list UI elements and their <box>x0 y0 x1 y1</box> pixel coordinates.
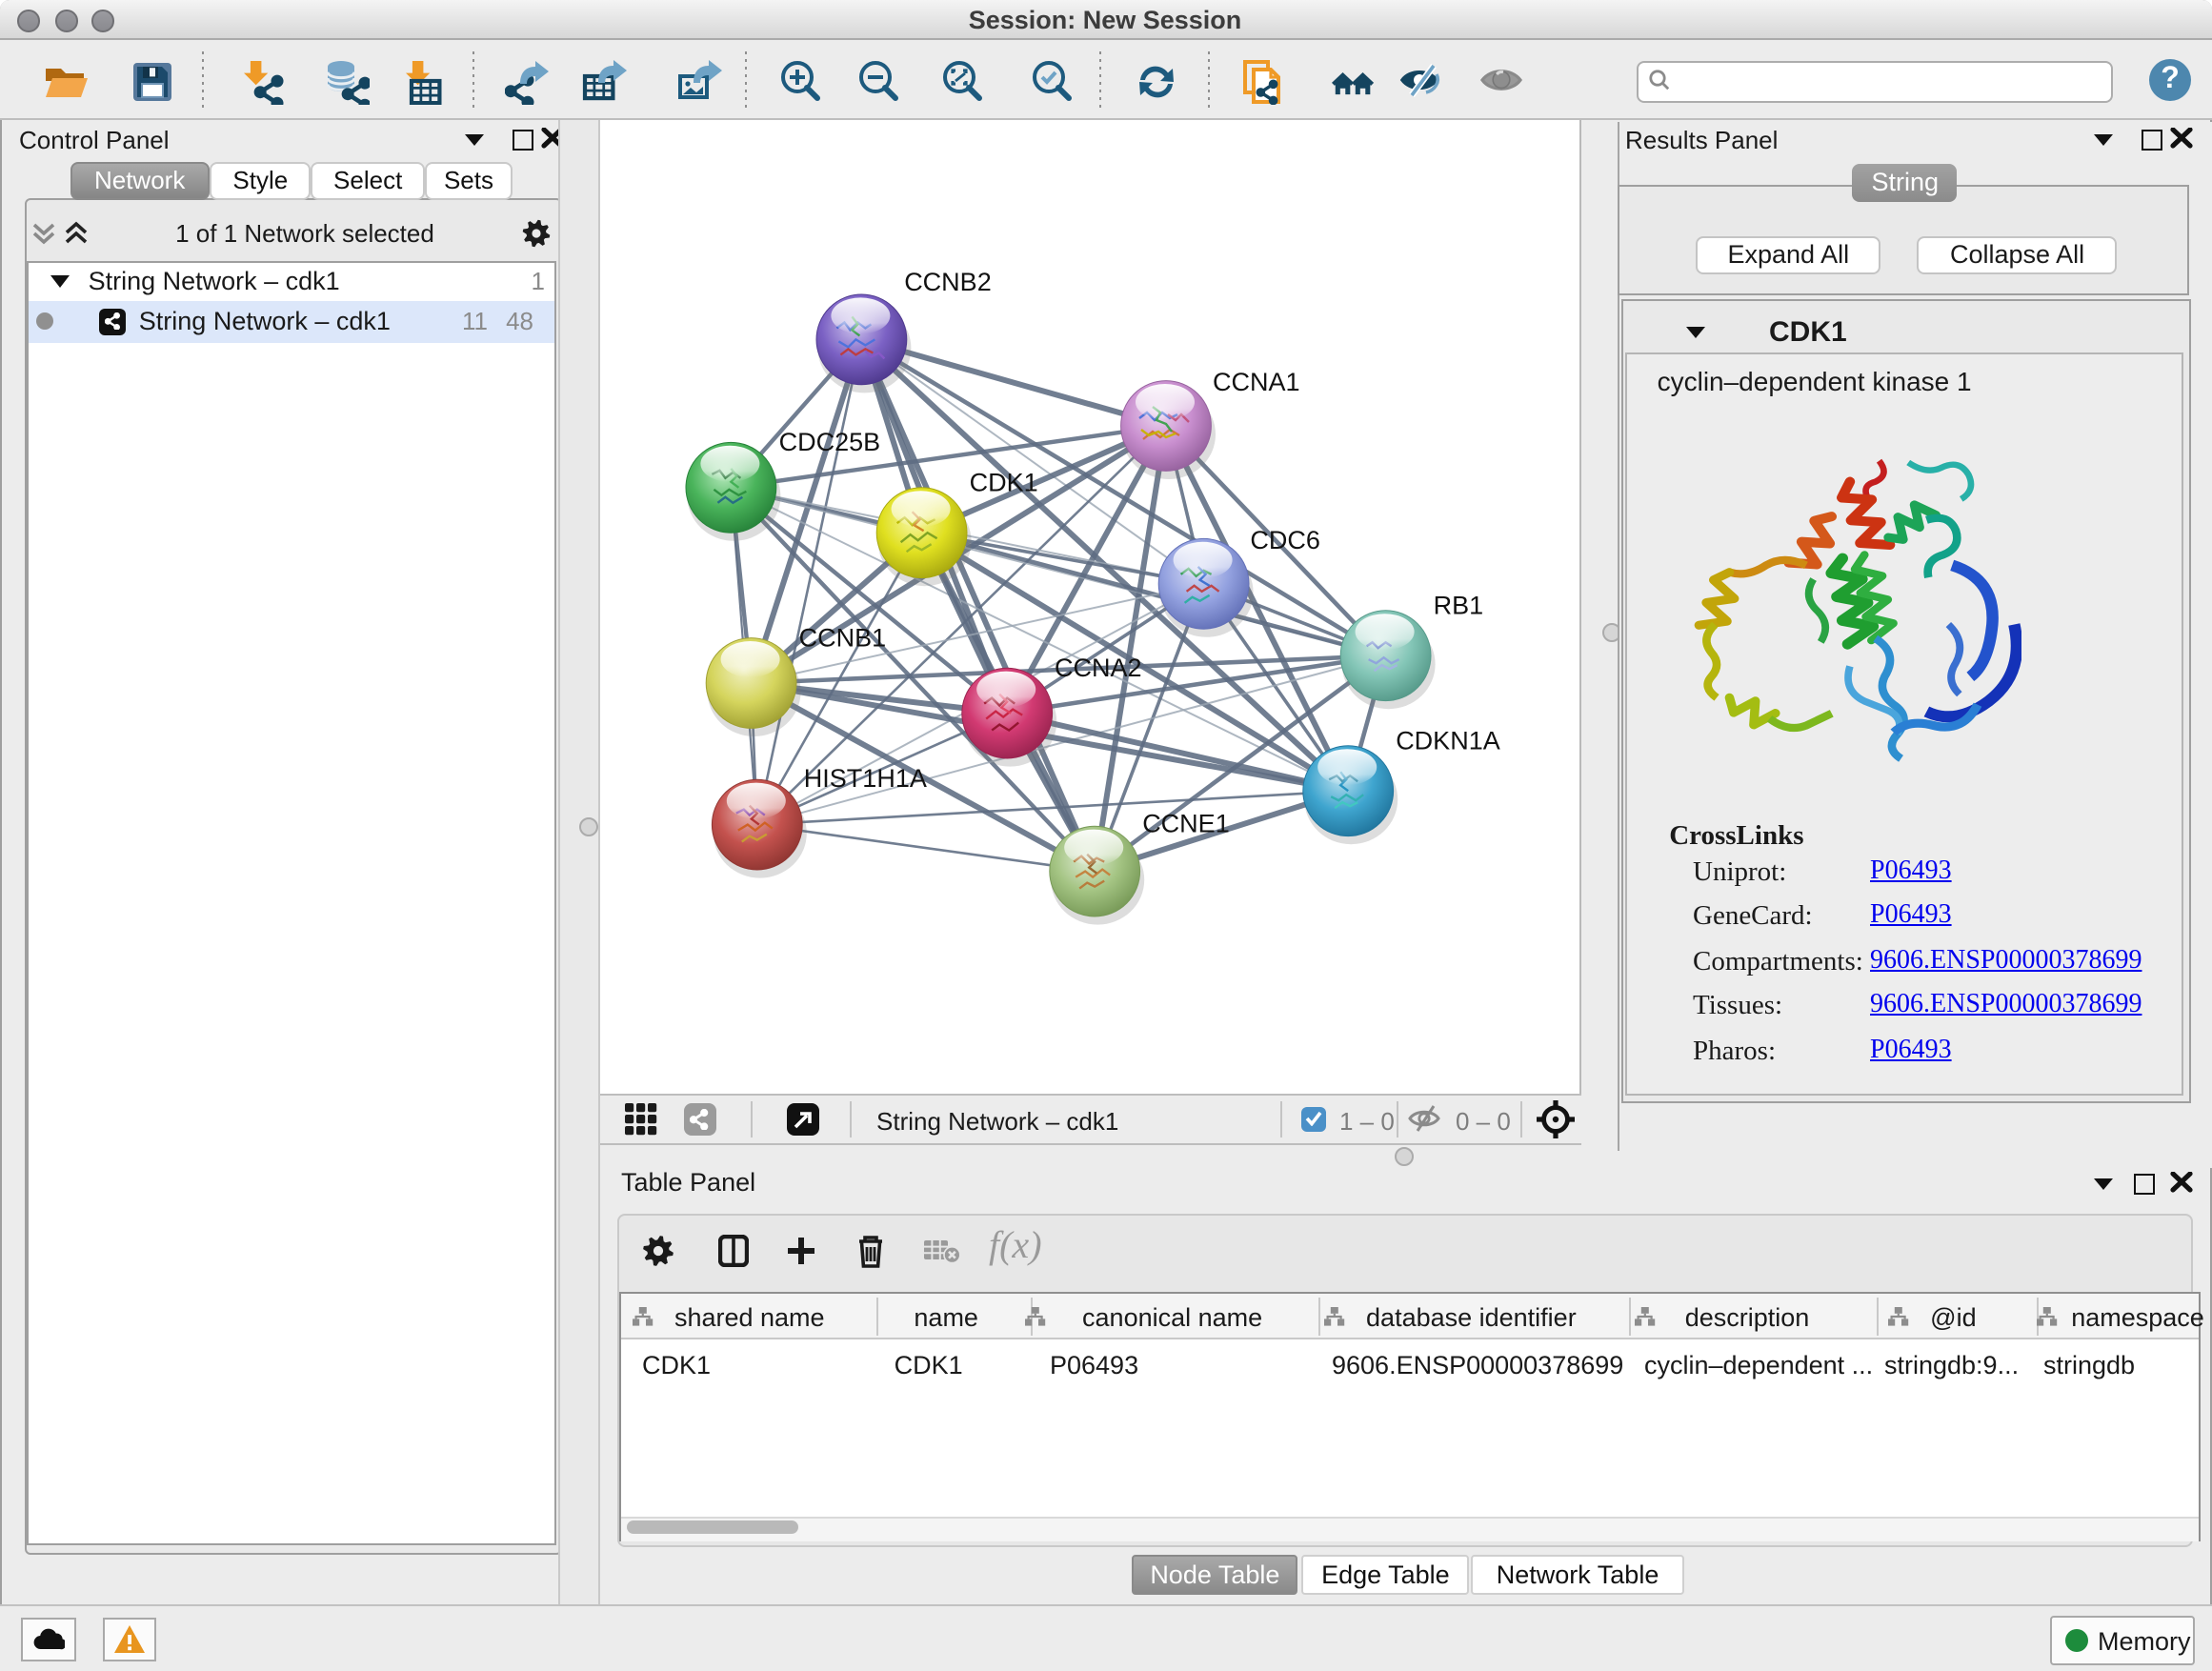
svg-text:CCNA2: CCNA2 <box>1055 653 1142 681</box>
svg-text:CDC6: CDC6 <box>1250 525 1320 554</box>
svg-text:CCNE1: CCNE1 <box>1142 808 1230 836</box>
svg-text:CCNB2: CCNB2 <box>904 267 992 295</box>
svg-text:RB1: RB1 <box>1434 590 1484 618</box>
svg-text:CDK1: CDK1 <box>970 467 1038 495</box>
svg-text:CDC25B: CDC25B <box>779 427 881 455</box>
svg-text:CCNB1: CCNB1 <box>799 623 887 652</box>
svg-text:CCNA1: CCNA1 <box>1213 367 1300 395</box>
svg-text:HIST1H1A: HIST1H1A <box>804 763 927 792</box>
svg-text:CDKN1A: CDKN1A <box>1396 726 1500 755</box>
